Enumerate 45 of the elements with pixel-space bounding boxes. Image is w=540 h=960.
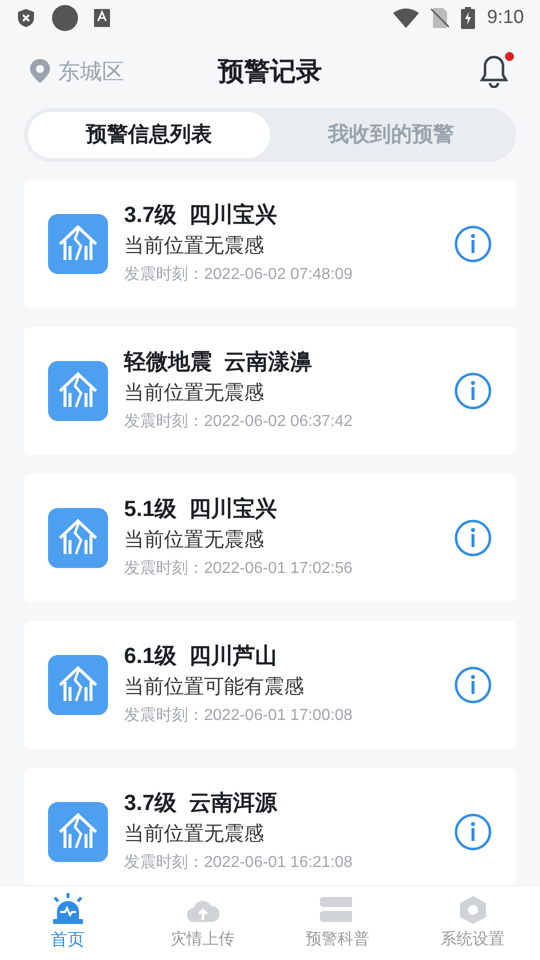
cracked-house-icon (48, 214, 108, 274)
alert-card[interactable]: 3.7级 云南洱源 当前位置无震感 发震时刻：2022-06-01 16:21:08 (24, 768, 516, 885)
bell-icon (478, 54, 510, 88)
info-button[interactable] (454, 225, 492, 263)
quake-title: 轻微地震 云南漾濞 (124, 348, 314, 376)
info-button[interactable] (454, 813, 492, 851)
info-icon (454, 813, 492, 851)
info-button[interactable] (454, 372, 492, 410)
keyboard-icon (94, 9, 110, 27)
alert-card[interactable]: 3.7级 四川宝兴 当前位置无震感 发震时刻：2022-06-02 07:48:09 (24, 180, 516, 308)
info-button[interactable] (454, 666, 492, 704)
feeling-text: 当前位置无震感 (124, 234, 265, 259)
quake-time: 发震时刻：2022-06-02 07:48:09 (124, 264, 354, 285)
info-icon (454, 372, 492, 410)
quake-time: 发震时刻：2022-06-01 16:21:08 (124, 852, 354, 873)
feeling-text: 当前位置无震感 (124, 822, 265, 847)
page-title: 预警记录 (218, 54, 322, 88)
quake-title: 3.7级 云南洱源 (124, 789, 278, 817)
quake-time: 发震时刻：2022-06-02 06:37:42 (124, 412, 354, 432)
cracked-house-icon (48, 802, 108, 862)
info-icon (454, 519, 492, 557)
alert-card[interactable]: 轻微地震 云南漾濞 当前位置无震感 发震时刻：2022-06-02 06:37:42 (24, 327, 516, 455)
feeling-text: 当前位置无震感 (124, 381, 265, 406)
shield-icon (16, 8, 36, 28)
quake-time: 发震时刻：2022-06-01 17:00:08 (124, 706, 354, 726)
info-icon (454, 666, 492, 704)
status-time: 9:10 (487, 6, 524, 30)
battery-charging-icon (461, 7, 476, 29)
feeling-text: 当前位置可能有震感 (124, 675, 305, 700)
feeling-text: 当前位置无震感 (124, 528, 265, 553)
quake-time: 发震时刻：2022-06-01 17:02:56 (124, 558, 354, 579)
info-button[interactable] (454, 519, 492, 557)
location-pin-icon (30, 59, 50, 83)
quake-title: 5.1级 四川宝兴 (124, 495, 278, 523)
no-sim-icon (431, 8, 450, 28)
tab[interactable]: 预警信息列表 (28, 112, 270, 158)
cracked-house-icon (48, 508, 108, 568)
quake-title: 3.7级 四川宝兴 (124, 201, 278, 229)
cracked-house-icon (48, 361, 108, 421)
wifi-icon (393, 8, 420, 28)
info-icon (454, 225, 492, 263)
quake-title: 6.1级 四川芦山 (124, 642, 278, 670)
alert-card[interactable]: 6.1级 四川芦山 当前位置可能有震感 发震时刻：2022-06-01 17:00:08 (24, 621, 516, 749)
cracked-house-icon (48, 655, 108, 715)
alert-card[interactable]: 5.1级 四川宝兴 当前位置无震感 发震时刻：2022-06-01 17:02:56 (24, 474, 516, 602)
